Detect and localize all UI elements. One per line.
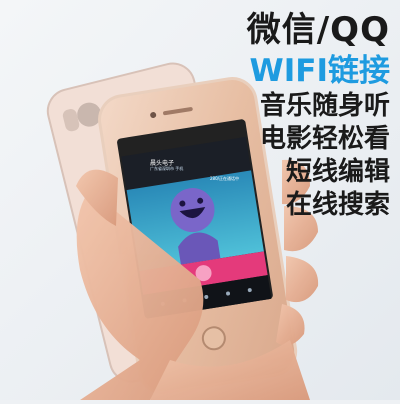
headline-line1: 微信/QQ — [246, 10, 390, 50]
feature-3: 短线编辑 — [285, 157, 390, 187]
feature-4: 在线搜索 — [285, 190, 390, 220]
feature-2: 电影轻松看 — [259, 124, 390, 154]
caller-location: 广东省深圳市 手机 — [150, 166, 184, 171]
feature-1: 音乐随身听 — [259, 91, 390, 121]
headline-line2: WIFI链接 — [249, 53, 390, 89]
marketing-copy: 微信/QQ WIFI链接 音乐随身听 电影轻松看 短线编辑 在线搜索 — [220, 10, 390, 222]
